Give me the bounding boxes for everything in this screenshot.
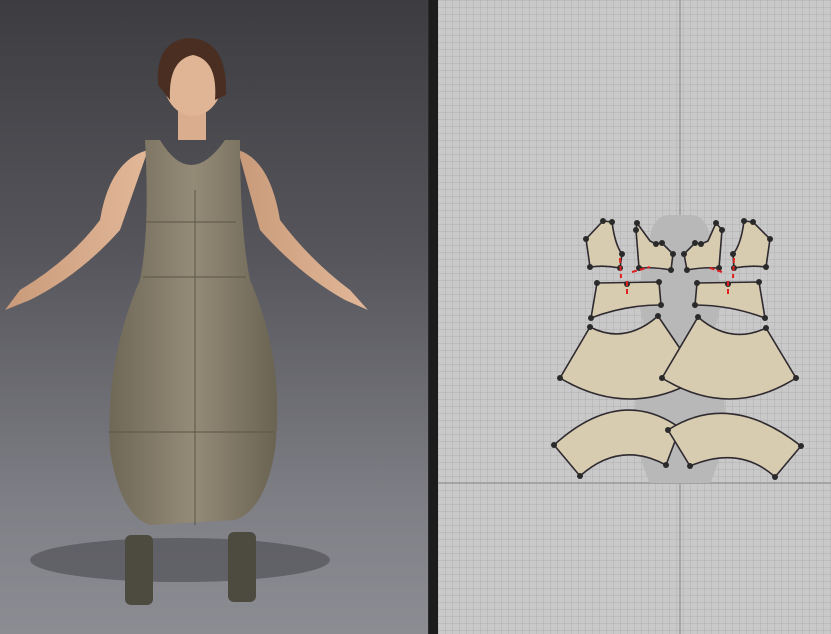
pattern-point[interactable] <box>659 240 665 246</box>
pattern-point[interactable] <box>587 324 593 330</box>
pattern-point[interactable] <box>719 227 725 233</box>
pattern-point[interactable] <box>713 220 719 226</box>
pattern-point[interactable] <box>557 375 563 381</box>
right-boot <box>228 532 256 602</box>
pattern-piece-left-front-upper-bodice[interactable] <box>585 220 623 269</box>
pattern-point[interactable] <box>741 218 747 224</box>
pattern-point[interactable] <box>634 220 640 226</box>
pattern-point[interactable] <box>653 241 659 247</box>
avatar-scene <box>5 38 368 605</box>
pattern-point[interactable] <box>609 219 615 225</box>
pattern-point[interactable] <box>551 442 557 448</box>
pattern-point[interactable] <box>687 463 693 469</box>
pattern-point[interactable] <box>600 218 606 224</box>
pattern-point[interactable] <box>763 325 769 331</box>
left-arm <box>5 150 148 310</box>
avatar[interactable] <box>5 38 368 605</box>
pattern-point[interactable] <box>793 375 799 381</box>
pattern-point[interactable] <box>594 280 600 286</box>
left-boot <box>125 535 153 605</box>
pattern-point[interactable] <box>663 462 669 468</box>
pattern-point[interactable] <box>684 267 690 273</box>
pattern-point[interactable] <box>763 264 769 270</box>
pattern-point[interactable] <box>668 267 674 273</box>
pattern-point[interactable] <box>698 241 704 247</box>
pattern-point[interactable] <box>670 251 676 257</box>
pattern-point[interactable] <box>577 473 583 479</box>
pattern-point[interactable] <box>756 279 762 285</box>
pattern-point[interactable] <box>587 264 593 270</box>
pattern-point[interactable] <box>633 227 639 233</box>
pattern-point[interactable] <box>656 279 662 285</box>
pattern-piece-right-front-upper-bodice[interactable] <box>732 220 771 269</box>
pattern-point[interactable] <box>767 236 773 242</box>
pattern-point[interactable] <box>681 251 687 257</box>
pattern-point[interactable] <box>658 302 664 308</box>
right-arm <box>238 150 368 310</box>
pattern-point[interactable] <box>692 302 698 308</box>
pattern-point[interactable] <box>750 219 756 225</box>
floor-shadow <box>30 538 330 582</box>
pattern-point[interactable] <box>655 313 661 319</box>
2d-pattern-viewport[interactable] <box>438 0 831 634</box>
pattern-point[interactable] <box>772 474 778 480</box>
pattern-point[interactable] <box>588 315 594 321</box>
pattern-point[interactable] <box>665 427 671 433</box>
pattern-point[interactable] <box>694 280 700 286</box>
pattern-point[interactable] <box>762 315 768 321</box>
pattern-point[interactable] <box>695 314 701 320</box>
pattern-point[interactable] <box>692 240 698 246</box>
pattern-point[interactable] <box>730 251 736 257</box>
pattern-point[interactable] <box>798 443 804 449</box>
pattern-point[interactable] <box>619 251 625 257</box>
pattern-point[interactable] <box>659 375 665 381</box>
pattern-point[interactable] <box>583 236 589 242</box>
3d-viewport[interactable] <box>0 0 428 634</box>
